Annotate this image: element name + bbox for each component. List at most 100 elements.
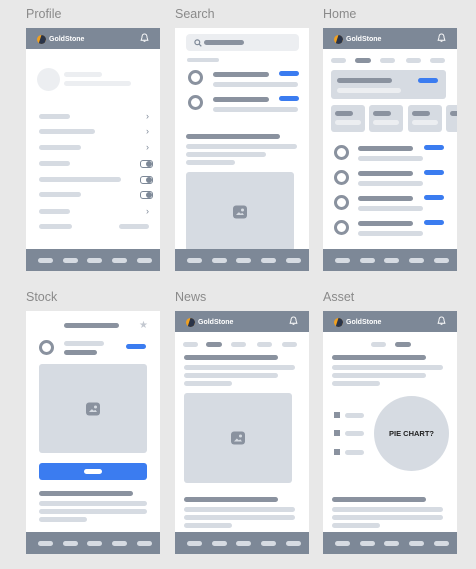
result-action-button[interactable] [279,71,299,76]
screen-label-news: News [175,290,207,304]
summary-action-button[interactable] [418,78,438,83]
image-placeholder-icon [86,402,100,415]
tab[interactable] [371,342,386,347]
primary-button[interactable] [39,463,147,480]
toggle-switch[interactable] [140,176,153,184]
nav-tab[interactable] [360,541,375,546]
tab[interactable] [183,342,198,347]
bell-icon[interactable] [289,316,298,326]
nav-tab[interactable] [87,541,102,546]
nav-tab[interactable] [409,541,424,546]
list-item-button[interactable] [424,170,444,175]
nav-tab[interactable] [409,258,424,263]
tab-active[interactable] [206,342,222,347]
footer-link[interactable] [119,224,149,229]
tab-active[interactable] [355,58,371,63]
nav-tab[interactable] [112,541,127,546]
nav-tab[interactable] [137,541,152,546]
footer-link[interactable] [39,224,72,229]
quick-card[interactable] [369,105,403,132]
nav-tab[interactable] [434,541,449,546]
list-item-title[interactable] [358,196,413,201]
nav-tab[interactable] [335,541,350,546]
asset-section-title [332,497,426,502]
toggle-switch[interactable] [140,191,153,199]
nav-tab[interactable] [87,258,102,263]
nav-tab[interactable] [236,541,251,546]
menu-item[interactable] [39,114,70,119]
list-item-title[interactable] [358,146,413,151]
setting-item [39,177,121,182]
nav-tab[interactable] [187,541,202,546]
logo-icon [37,34,46,44]
nav-tab[interactable] [63,541,78,546]
nav-tab[interactable] [434,258,449,263]
star-icon[interactable]: ★ [139,321,148,331]
quick-card-title [450,111,457,116]
article-title[interactable] [186,134,280,139]
nav-tab[interactable] [212,258,227,263]
summary-value [337,88,401,93]
nav-tab[interactable] [261,258,276,263]
list-item-button[interactable] [424,220,444,225]
setting-item [39,161,70,166]
nav-tab[interactable] [335,258,350,263]
asset-screen: GoldStone PIE CHART? [323,311,457,554]
summary-card[interactable] [331,70,446,99]
quick-card[interactable] [408,105,442,132]
list-item-title[interactable] [358,221,413,226]
nav-tab[interactable] [286,541,301,546]
app-header: GoldStone [323,311,457,332]
nav-tab[interactable] [236,258,251,263]
article-line [186,144,297,149]
menu-item[interactable] [39,145,81,150]
tab[interactable] [430,58,445,63]
nav-tab[interactable] [112,258,127,263]
tab[interactable] [257,342,272,347]
list-item-button[interactable] [424,145,444,150]
chevron-right-icon: › [146,142,149,152]
nav-tab[interactable] [384,541,399,546]
stock-action-button[interactable] [126,344,146,349]
result-title[interactable] [213,72,269,77]
nav-tab[interactable] [261,541,276,546]
tab-active[interactable] [395,342,411,347]
bell-icon[interactable] [437,316,446,326]
list-item-title[interactable] [358,171,413,176]
news-image-placeholder [184,393,292,483]
tab[interactable] [231,342,246,347]
bottom-nav [26,532,160,554]
nav-tab[interactable] [38,541,53,546]
menu-item[interactable] [39,209,70,214]
bell-icon[interactable] [140,33,149,43]
news-line [184,365,295,370]
tab[interactable] [331,58,346,63]
image-placeholder-icon [233,205,247,218]
tab[interactable] [282,342,297,347]
logo-icon [334,317,343,327]
screen-label-profile: Profile [26,7,62,21]
quick-card[interactable] [331,105,365,132]
avatar[interactable] [37,68,60,91]
tab[interactable] [406,58,421,63]
menu-item[interactable] [39,129,95,134]
nav-tab[interactable] [187,258,202,263]
news-headline[interactable] [184,355,278,360]
nav-tab[interactable] [212,541,227,546]
nav-tab[interactable] [360,258,375,263]
nav-tab[interactable] [137,258,152,263]
nav-tab[interactable] [38,258,53,263]
search-input[interactable] [186,34,299,51]
list-item-button[interactable] [424,195,444,200]
quick-card[interactable] [446,105,457,132]
toggle-switch[interactable] [140,160,153,168]
nav-tab[interactable] [384,258,399,263]
result-action-button[interactable] [279,96,299,101]
news-headline[interactable] [184,497,278,502]
result-title[interactable] [213,97,269,102]
bell-icon[interactable] [437,33,446,43]
bottom-nav [26,249,160,271]
nav-tab[interactable] [286,258,301,263]
tab[interactable] [380,58,395,63]
nav-tab[interactable] [63,258,78,263]
